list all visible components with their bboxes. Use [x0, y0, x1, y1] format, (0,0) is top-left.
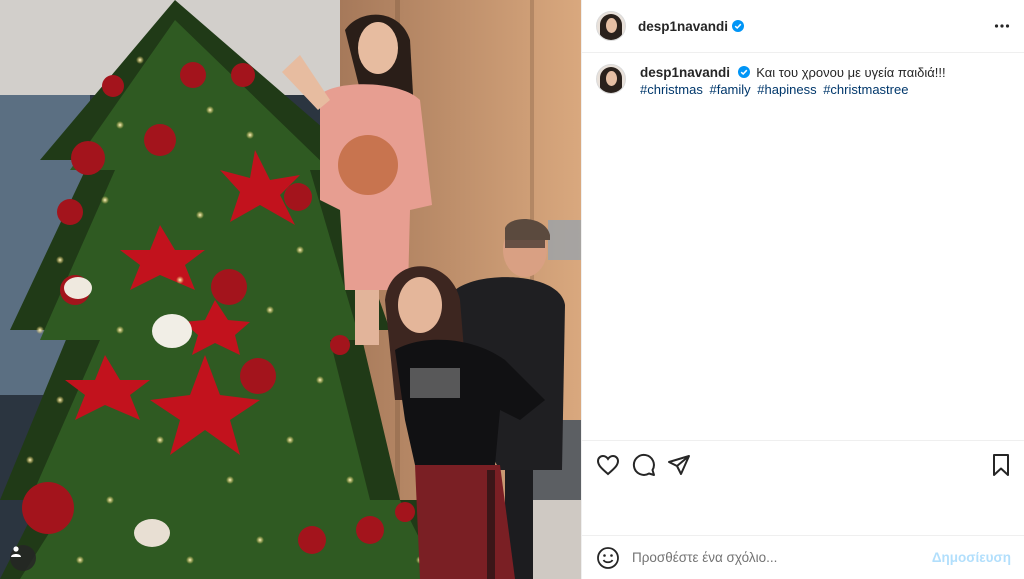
post-photo[interactable] [0, 0, 581, 579]
post-side-panel: desp1navandi desp1navandi Και του χρονου… [581, 0, 1024, 579]
username-link[interactable]: desp1navandi [638, 19, 728, 34]
photo-illustration [0, 0, 581, 579]
hashtag-link[interactable]: #christmastree [823, 82, 908, 97]
publish-button[interactable]: Δημοσίευση [932, 550, 1011, 565]
caption-text: Και του χρονου με υγεία παιδιά!!! [756, 65, 946, 80]
post-caption: desp1navandi Και του χρονου με υγεία παι… [596, 64, 1010, 98]
hashtag-link[interactable]: #christmas [640, 82, 703, 97]
comment-input[interactable] [632, 550, 932, 565]
instagram-post: desp1navandi desp1navandi Και του χρονου… [0, 0, 1024, 579]
caption-avatar[interactable] [596, 64, 626, 94]
hashtag-list: #christmas #family #hapiness #christmast… [640, 81, 946, 98]
bookmark-icon[interactable] [989, 453, 1013, 477]
hashtag-link[interactable]: #hapiness [757, 82, 816, 97]
verified-badge-icon [732, 20, 745, 32]
paper-plane-icon[interactable] [667, 453, 691, 477]
post-actions [582, 440, 1024, 535]
person-tag-icon [11, 546, 21, 557]
caption-username-link[interactable]: desp1navandi [640, 65, 730, 80]
hashtag-link[interactable]: #family [709, 82, 750, 97]
smiley-icon[interactable] [596, 546, 620, 570]
caption-body: desp1navandi Και του χρονου με υγεία παι… [640, 64, 946, 98]
more-horizontal-icon[interactable] [994, 18, 1010, 34]
user-tag-button[interactable] [10, 545, 36, 571]
post-header: desp1navandi [582, 0, 1024, 53]
comment-icon[interactable] [632, 453, 656, 477]
heart-icon[interactable] [596, 453, 620, 477]
verified-badge-icon [737, 66, 750, 78]
avatar[interactable] [596, 11, 626, 41]
comment-bar: Δημοσίευση [582, 535, 1024, 579]
